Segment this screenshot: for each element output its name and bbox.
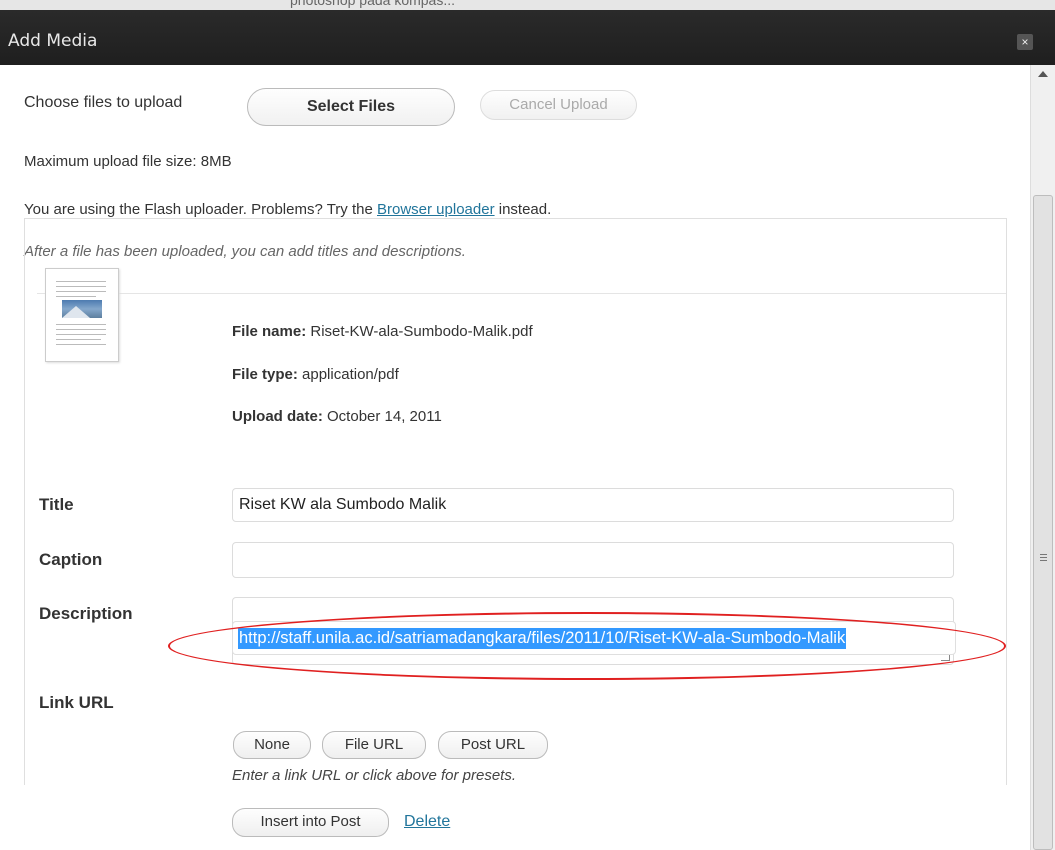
post-url-button[interactable]: Post URL	[438, 731, 548, 759]
title-label: Title	[39, 495, 74, 514]
highlight-ellipse	[168, 612, 1006, 680]
link-url-help: Enter a link URL or click above for pres…	[232, 767, 517, 784]
file-name-row: File name: Riset-KW-ala-Sumbodo-Malik.pd…	[232, 323, 533, 340]
file-type-value: application/pdf	[302, 366, 399, 383]
close-icon[interactable]: ×	[1017, 34, 1033, 50]
pdf-document-icon	[45, 268, 119, 362]
background-strip: photoshop pada kompas...	[0, 0, 1055, 10]
scroll-up-arrow-icon[interactable]	[1038, 71, 1048, 77]
panel-divider	[37, 293, 1006, 294]
dialog-titlebar: Add Media ×	[0, 10, 1055, 65]
file-name-value: Riset-KW-ala-Sumbodo-Malik.pdf	[310, 323, 533, 340]
flash-uploader-suffix: instead.	[498, 201, 552, 218]
flash-uploader-note: You are using the Flash uploader. Proble…	[24, 201, 551, 218]
description-label: Description	[39, 604, 133, 623]
title-input[interactable]: Riset KW ala Sumbodo Malik	[232, 488, 954, 522]
scrollbar-thumb[interactable]	[1033, 195, 1053, 850]
upload-date-value: October 14, 2011	[327, 408, 442, 425]
vertical-scrollbar[interactable]	[1030, 65, 1055, 850]
choose-files-label: Choose files to upload	[24, 94, 183, 111]
select-files-button[interactable]: Select Files	[247, 88, 455, 126]
file-type-row: File type: application/pdf	[232, 366, 399, 383]
link-url-label: Link URL	[39, 693, 114, 712]
upload-date-label: Upload date:	[232, 408, 323, 425]
file-type-label: File type:	[232, 366, 298, 383]
dialog-title: Add Media	[8, 31, 98, 51]
cancel-upload-button[interactable]: Cancel Upload	[480, 90, 637, 120]
delete-link[interactable]: Delete	[404, 813, 450, 831]
browser-uploader-link[interactable]: Browser uploader	[377, 201, 495, 218]
flash-uploader-text: You are using the Flash uploader. Proble…	[24, 201, 373, 218]
background-strip-text: photoshop pada kompas...	[290, 0, 456, 8]
file-name-label: File name:	[232, 323, 307, 340]
file-url-button[interactable]: File URL	[322, 731, 426, 759]
caption-input[interactable]	[232, 542, 954, 578]
insert-into-post-button[interactable]: Insert into Post	[232, 808, 389, 837]
upload-date-row: Upload date: October 14, 2011	[232, 408, 442, 425]
max-upload-size: Maximum upload file size: 8MB	[24, 153, 232, 170]
caption-label: Caption	[39, 550, 103, 569]
none-button[interactable]: None	[233, 731, 311, 759]
